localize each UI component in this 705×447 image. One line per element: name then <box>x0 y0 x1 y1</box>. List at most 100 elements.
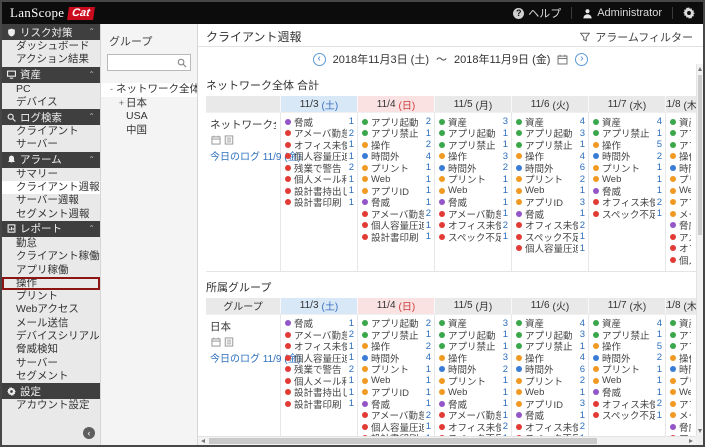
vertical-scrollbar-thumb[interactable] <box>698 75 702 235</box>
sidebar-item[interactable]: アカウント設定 <box>2 399 100 412</box>
alarm-status-dot <box>439 400 445 407</box>
alarm-item[interactable]: 個人容量圧迫 <box>670 254 693 267</box>
alarm-count: 1 <box>348 139 354 151</box>
group-tree-item[interactable]: - ネットワーク全体 <box>101 83 197 97</box>
alarm-item[interactable]: プリント 1 <box>362 364 431 376</box>
horizontal-scrollbar[interactable] <box>198 436 696 445</box>
alarm-name: プリント <box>371 365 410 377</box>
sidebar-item[interactable]: Webアクセス <box>2 303 100 316</box>
alarm-status-dot <box>362 412 368 419</box>
search-icon[interactable] <box>177 58 187 68</box>
alarm-status-dot <box>670 176 676 183</box>
alarm-item[interactable]: プリント <box>670 375 693 388</box>
alarm-status-dot <box>439 222 445 229</box>
scroll-up-arrow-icon[interactable] <box>698 67 702 71</box>
sidebar-item[interactable]: ダッシュボード <box>2 40 100 53</box>
sidebar-item[interactable]: メール送信 <box>2 317 100 330</box>
sidebar-section-alarm[interactable]: アラーム ⌃ <box>2 151 100 168</box>
sidebar-item[interactable]: サマリー <box>2 168 100 181</box>
group-tree-item[interactable]: + 日本 <box>101 97 197 111</box>
sidebar-item[interactable]: PC <box>2 83 100 96</box>
sidebar-section-asset[interactable]: 資産 ⌃ <box>2 66 100 83</box>
calendar-view-icon[interactable] <box>211 337 221 347</box>
sidebar-item[interactable]: サーバー週報 <box>2 194 100 207</box>
table-header-day: 11/3 (土) <box>281 297 358 314</box>
alarm-count: 1 <box>579 340 585 352</box>
sidebar-item[interactable]: プリント <box>2 290 100 303</box>
alarm-status-dot <box>593 412 599 419</box>
alarm-item[interactable]: 設計書印刷 1 <box>285 197 354 209</box>
sidebar-section-settings[interactable]: 設定 <box>2 383 100 400</box>
alarm-item[interactable]: 個人容量圧迫 1 <box>516 243 585 255</box>
day-cell: 資産 3 アプリ起動 1 アプリ禁止 1 操作 3 時間外 2 プリント 1 Web 1 脅威 1 アメーバ勤怠… <box>435 112 512 271</box>
next-week-button[interactable]: › <box>575 52 589 66</box>
sidebar-section-report[interactable]: レポート ⌃ <box>2 220 100 237</box>
sidebar-item[interactable]: アプリ稼働 <box>2 264 100 277</box>
alarm-item[interactable]: プリント 1 <box>439 174 508 186</box>
alarm-status-dot <box>362 423 368 430</box>
alarm-item[interactable]: プリント 1 <box>362 162 431 175</box>
scroll-left-arrow-icon[interactable] <box>201 439 205 443</box>
alarm-status-dot <box>670 389 676 396</box>
sidebar-item[interactable]: アクション結果 <box>2 53 100 66</box>
calendar-icon[interactable] <box>557 54 568 65</box>
sidebar-item[interactable]: サーバー <box>2 138 100 151</box>
sidebar-item[interactable]: クライアント週報 <box>2 181 100 195</box>
sidebar-item[interactable]: クライアント <box>2 125 100 138</box>
alarm-item[interactable]: スペック不足1 <box>593 208 662 221</box>
sidebar-item[interactable]: セグメント週報 <box>2 208 100 221</box>
sidebar-item[interactable]: クライアント稼働 <box>2 250 100 263</box>
alarm-status-dot <box>516 245 522 252</box>
today-log-link[interactable]: 今日のログ 11/9 (金) <box>210 350 301 365</box>
scroll-down-arrow-icon[interactable] <box>698 429 702 433</box>
alarm-item[interactable]: プリント 1 <box>593 364 662 376</box>
chevron-up-icon: ⌃ <box>88 223 95 233</box>
alarm-item[interactable]: プリント 1 <box>439 375 508 388</box>
alarm-item[interactable]: スペック不足1 <box>439 231 508 244</box>
alarm-item[interactable]: 設計書印刷 1 <box>362 231 431 244</box>
alarm-count: 4 <box>579 116 585 128</box>
vertical-scrollbar[interactable] <box>696 64 703 436</box>
tree-expander-icon[interactable]: + <box>117 97 126 111</box>
header-date: 11/6 <box>530 300 550 311</box>
alarm-status-dot <box>670 320 676 327</box>
group-tree-item[interactable]: USA <box>101 110 197 124</box>
alarm-status-dot <box>285 118 291 125</box>
settings-menu-button[interactable] <box>683 7 695 19</box>
alarm-item[interactable]: プリント 2 <box>516 375 585 388</box>
alarm-item[interactable]: スペック不足1 <box>593 410 662 422</box>
alarm-item[interactable]: プリント 1 <box>593 162 662 175</box>
group-search-input[interactable] <box>111 56 177 69</box>
list-view-icon[interactable] <box>224 336 234 347</box>
calendar-view-icon[interactable] <box>211 135 221 145</box>
help-button[interactable]: ? ヘルプ <box>513 5 561 21</box>
alarm-item[interactable]: プリント <box>670 174 693 186</box>
alarm-item[interactable]: 設計書印刷 1 <box>285 398 354 411</box>
sidebar-section-risk[interactable]: リスク対策 ⌃ <box>2 24 100 40</box>
prev-week-button[interactable]: ‹ <box>312 52 326 66</box>
scroll-right-arrow-icon[interactable] <box>689 439 693 443</box>
today-log-link[interactable]: 今日のログ 11/9 (金) <box>210 148 301 163</box>
alarm-filter-button[interactable]: アラームフィルター <box>580 29 693 45</box>
tree-expander-icon[interactable]: - <box>107 83 116 97</box>
sidebar-section-label: リスク対策 <box>20 26 73 39</box>
header-weekday: (木) <box>683 302 696 313</box>
sidebar-item[interactable]: 操作 <box>2 276 100 291</box>
list-view-icon[interactable] <box>224 135 234 145</box>
sidebar-item[interactable]: 勤怠 <box>2 237 100 250</box>
sidebar-collapse-button[interactable]: ‹ <box>83 427 95 439</box>
alarm-status-dot <box>670 210 676 217</box>
user-menu[interactable]: Administrator <box>582 7 662 19</box>
alarm-status-dot <box>593 187 599 194</box>
sidebar-item[interactable]: サーバー <box>2 357 100 370</box>
horizontal-scrollbar-thumb[interactable] <box>209 438 598 444</box>
sidebar-item[interactable]: デバイスシリアル <box>2 330 100 343</box>
sidebar-section-log-search[interactable]: ログ検索 ⌃ <box>2 109 100 126</box>
sidebar-item[interactable]: 脅威検知 <box>2 343 100 356</box>
sidebar-item[interactable]: セグメント <box>2 370 100 383</box>
alarm-item[interactable]: プリント 2 <box>516 174 585 186</box>
alarm-count: 2 <box>425 116 431 128</box>
sidebar-item[interactable]: デバイス <box>2 96 100 109</box>
group-tree-item[interactable]: 中国 <box>101 124 197 138</box>
alarm-status-dot <box>670 153 676 160</box>
